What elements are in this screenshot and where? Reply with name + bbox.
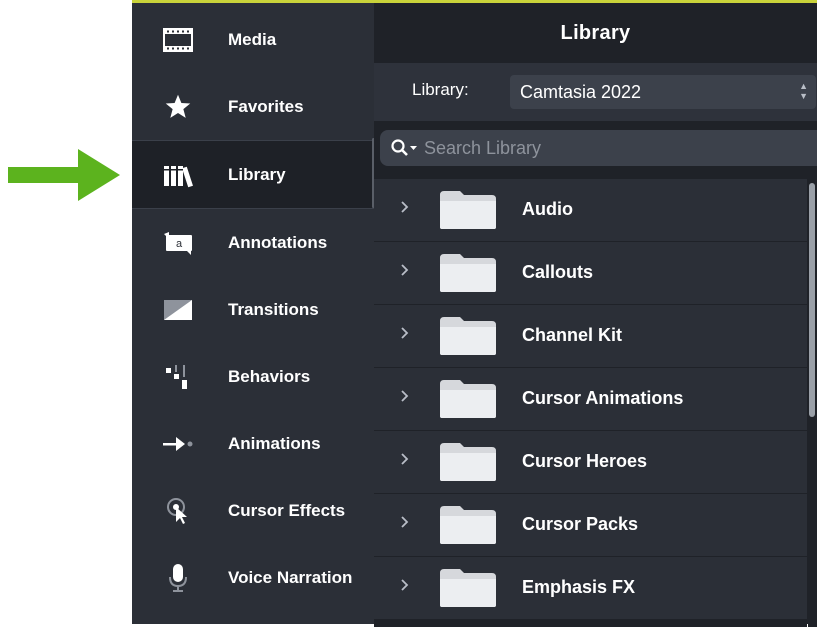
sidebar-item-label: Behaviors <box>228 366 311 386</box>
list-item-callouts[interactable]: Callouts <box>374 242 807 304</box>
sidebar: Media Favorites Library a Annotations Tr… <box>132 0 375 624</box>
list-item-cursor-heroes[interactable]: Cursor Heroes <box>374 431 807 493</box>
sidebar-item-label: Animations <box>228 433 321 453</box>
sidebar-item-behaviors[interactable]: Behaviors <box>132 343 372 410</box>
sidebar-item-label: Library <box>228 164 286 184</box>
star-icon <box>162 91 194 123</box>
svg-text:a: a <box>176 238 183 250</box>
folder-name: Channel Kit <box>522 325 623 345</box>
books-icon <box>162 159 194 191</box>
list-scrollbar[interactable] <box>808 179 817 627</box>
list-item-channel-kit[interactable]: Channel Kit <box>374 305 807 367</box>
chevron-right-icon[interactable] <box>400 514 410 535</box>
library-selector-row: Library: Camtasia 2022 ▲ ▼ <box>374 63 817 121</box>
folder-name: Emphasis FX <box>522 577 636 597</box>
library-label: Library: <box>412 80 469 99</box>
folder-name: Cursor Packs <box>522 514 639 534</box>
folder-icon <box>438 378 498 425</box>
search-bar <box>380 130 817 166</box>
folder-name: Cursor Heroes <box>522 451 648 471</box>
microphone-icon <box>162 562 194 594</box>
chevron-right-icon[interactable] <box>400 199 410 220</box>
list-item-emphasis-fx[interactable]: Emphasis FX <box>374 557 807 619</box>
list-item-audio[interactable]: Audio <box>374 179 807 241</box>
chevron-right-icon[interactable] <box>400 262 410 283</box>
updown-arrows-icon: ▲ ▼ <box>799 81 808 101</box>
library-dropdown[interactable]: Camtasia 2022 ▲ ▼ <box>510 75 816 109</box>
folder-icon <box>438 189 498 236</box>
folder-name: Cursor Animations <box>522 388 684 408</box>
scrollbar-thumb[interactable] <box>809 183 815 417</box>
callout-arrow-icon <box>8 149 120 201</box>
folder-icon <box>438 504 498 551</box>
sidebar-item-label: Transitions <box>228 299 319 319</box>
sidebar-item-favorites[interactable]: Favorites <box>132 73 372 140</box>
sidebar-item-voice-narration[interactable]: Voice Narration <box>132 544 372 611</box>
sidebar-item-transitions[interactable]: Transitions <box>132 276 372 343</box>
sidebar-item-animations[interactable]: Animations <box>132 410 372 477</box>
sidebar-item-library[interactable]: Library <box>132 141 372 208</box>
list-item-cursor-animations[interactable]: Cursor Animations <box>374 368 807 430</box>
sidebar-item-annotations[interactable]: a Annotations <box>132 209 372 276</box>
sidebar-item-label: Voice Narration <box>228 567 353 587</box>
behaviors-icon <box>162 361 194 393</box>
list-item-cursor-packs[interactable]: Cursor Packs <box>374 494 807 556</box>
library-dropdown-value: Camtasia 2022 <box>520 82 642 102</box>
sidebar-item-label: Media <box>228 29 277 49</box>
film-strip-icon <box>162 24 194 56</box>
chevron-right-icon[interactable] <box>400 388 410 409</box>
chevron-right-icon[interactable] <box>400 451 410 472</box>
arrow-dot-icon <box>162 428 194 460</box>
sidebar-item-media[interactable]: Media <box>132 6 372 73</box>
sidebar-item-label: Annotations <box>228 232 328 252</box>
sidebar-item-label: Favorites <box>228 96 304 116</box>
folder-icon <box>438 315 498 362</box>
search-icon[interactable] <box>390 138 420 163</box>
folder-name: Audio <box>522 199 573 219</box>
sidebar-item-cursor-effects[interactable]: Cursor Effects <box>132 477 372 544</box>
panel-title: Library <box>374 3 817 63</box>
folder-icon <box>438 252 498 299</box>
folder-icon <box>438 567 498 614</box>
folder-name: Callouts <box>522 262 594 282</box>
library-panel: Library Library: Camtasia 2022 ▲▼ Audio <box>374 0 817 627</box>
sidebar-item-label: Cursor Effects <box>228 500 346 520</box>
cursor-target-icon <box>162 495 194 527</box>
search-input[interactable] <box>424 134 804 162</box>
folder-list: Audio Callouts Channel Kit Cursor Animat… <box>374 179 807 627</box>
transition-icon <box>162 294 194 326</box>
chevron-right-icon[interactable] <box>400 577 410 598</box>
folder-icon <box>438 441 498 488</box>
speech-bubble-icon: a <box>162 227 194 259</box>
chevron-right-icon[interactable] <box>400 325 410 346</box>
